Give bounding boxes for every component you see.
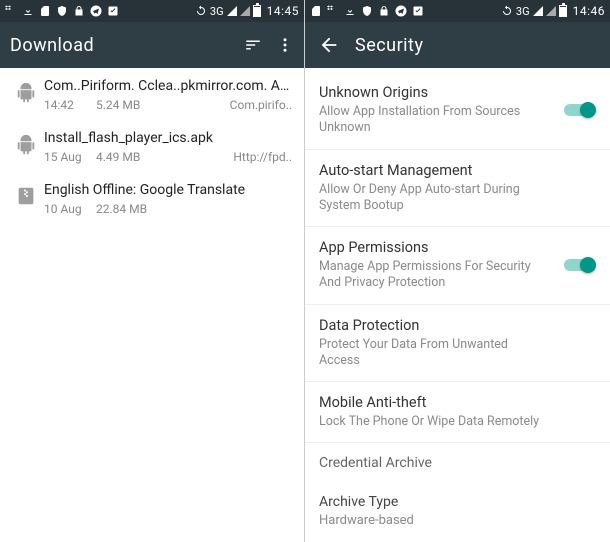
setting-title: Data Protection: [319, 317, 596, 334]
setting-subtitle: Lock The Phone Or Wipe Data Remotely: [319, 414, 596, 430]
setting-subtitle: Manage App Permissions For Security And …: [319, 259, 596, 292]
downloads-titlebar: Download: [0, 22, 304, 68]
divider: [305, 149, 610, 150]
check-box-icon: [107, 5, 119, 17]
android-icon: [8, 78, 44, 112]
dropbox-icon: [5, 5, 17, 17]
signal-dim-icon: [546, 6, 556, 16]
status-bar: 3G 14:45: [0, 0, 304, 22]
security-list: Unknown Origins Allow App Installation F…: [305, 68, 610, 542]
kv-title: Archive Type: [319, 494, 596, 510]
setting-unknown-origins[interactable]: Unknown Origins Allow App Installation F…: [305, 74, 610, 147]
signal-icon: [533, 6, 543, 16]
divider: [305, 381, 610, 382]
download-icon: [22, 5, 34, 17]
sd-icon: [39, 5, 51, 17]
download-size: 4.49 MB: [96, 150, 166, 164]
page-title: Security: [355, 35, 423, 56]
security-pane: 3G 14:46 Security Unknown Origins Allow …: [305, 0, 610, 542]
kv-value: Hardware-based: [319, 513, 596, 530]
network-label: 3G: [516, 5, 530, 18]
check-box-icon: [412, 5, 424, 17]
status-clock: 14:45: [267, 4, 299, 18]
setting-data-protection[interactable]: Data Protection Protect Your Data From U…: [305, 307, 610, 380]
download-source: Com.pirifo..: [176, 98, 292, 112]
sync-icon: [195, 5, 207, 17]
download-icon: [344, 5, 356, 17]
setting-autostart[interactable]: Auto-start Management Allow Or Deny App …: [305, 152, 610, 225]
download-source: Http://fpd..: [176, 150, 292, 164]
download-date: 15 Aug: [44, 150, 86, 164]
setting-subtitle: Allow App Installation From Sources Unkn…: [319, 104, 596, 137]
download-title: English Offline: Google Translate: [44, 182, 292, 198]
lock-icon: [378, 5, 390, 17]
zip-icon: [8, 182, 44, 216]
status-bar: 3G 14:46: [305, 0, 610, 22]
android-icon: [8, 130, 44, 164]
signal-icon: [227, 6, 237, 16]
dropbox-icon: [327, 5, 339, 17]
setting-title: Auto-start Management: [319, 162, 596, 179]
lock-icon: [73, 5, 85, 17]
setting-title: Unknown Origins: [319, 84, 596, 101]
download-date: 14:42: [44, 98, 86, 112]
downloads-list: Com..Piriform. Cclea..pkmirror.com. Apk …: [0, 68, 304, 542]
download-date: 10 Aug: [44, 202, 86, 216]
signal-dim-icon: [240, 6, 250, 16]
battery-icon: [253, 5, 261, 17]
status-clock: 14:46: [573, 4, 605, 18]
setting-subtitle: Protect Your Data From Unwanted Access: [319, 337, 596, 370]
download-size: 22.84 MB: [96, 202, 166, 216]
setting-anti-theft[interactable]: Mobile Anti-theft Lock The Phone Or Wipe…: [305, 384, 610, 440]
download-item[interactable]: English Offline: Google Translate 10 Aug…: [0, 172, 304, 224]
section-heading-credential: Credential Archive: [305, 445, 610, 484]
telegram-icon: [395, 5, 407, 17]
setting-app-permissions[interactable]: App Permissions Manage App Permissions F…: [305, 229, 610, 302]
download-title: Com..Piriform. Cclea..pkmirror.com. Apk: [44, 78, 292, 94]
download-item[interactable]: Install_flash_player_ics.apk 15 Aug 4.49…: [0, 120, 304, 172]
heading-label: Credential Archive: [319, 455, 596, 471]
setting-subtitle: Allow Or Deny App Auto-start During Syst…: [319, 182, 596, 215]
download-source: [176, 202, 292, 216]
divider: [305, 304, 610, 305]
shield-icon: [56, 5, 68, 17]
page-title: Download: [10, 35, 94, 56]
back-button[interactable]: [315, 34, 343, 56]
shield-icon: [361, 5, 373, 17]
setting-archive-type: Archive Type Hardware-based: [305, 484, 610, 540]
download-size: 5.24 MB: [96, 98, 166, 112]
divider: [305, 442, 610, 443]
sort-icon[interactable]: [244, 36, 262, 54]
sd-icon: [310, 5, 322, 17]
battery-icon: [559, 5, 567, 17]
download-item[interactable]: Com..Piriform. Cclea..pkmirror.com. Apk …: [0, 68, 304, 120]
security-titlebar: Security: [305, 22, 610, 68]
telegram-icon: [90, 5, 102, 17]
setting-title: Mobile Anti-theft: [319, 394, 596, 411]
sync-icon: [501, 5, 513, 17]
download-title: Install_flash_player_ics.apk: [44, 130, 292, 146]
network-label: 3G: [210, 5, 224, 18]
divider: [305, 226, 610, 227]
overflow-menu-icon[interactable]: [276, 36, 294, 54]
setting-title: App Permissions: [319, 239, 596, 256]
toggle-switch[interactable]: [562, 256, 596, 274]
toggle-switch[interactable]: [562, 101, 596, 119]
downloads-pane: 3G 14:45 Download Com..Piriform. Cclea..…: [0, 0, 305, 542]
